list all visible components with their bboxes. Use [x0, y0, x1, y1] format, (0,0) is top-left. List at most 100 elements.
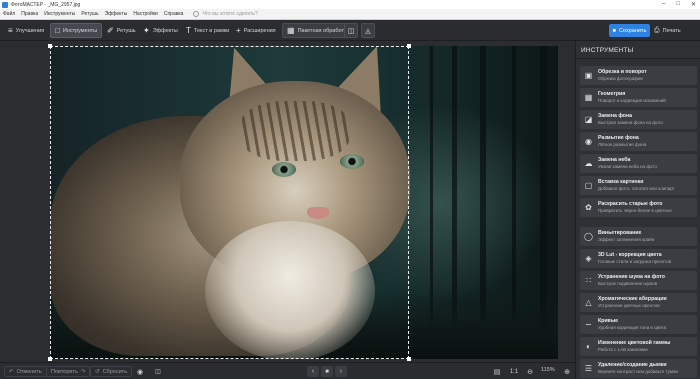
menu-help[interactable]: Справка [164, 11, 184, 17]
palette-icon: ✿ [585, 203, 592, 212]
save-icon: ■ [612, 27, 616, 34]
reset-button[interactable]: ↺ Сбросить [90, 366, 133, 377]
history-icon: ◬ [365, 27, 371, 35]
tool-insert-image[interactable]: ▢ Вставка картинки Добавьте фото, логоти… [580, 176, 697, 195]
folder-button[interactable]: ■ [321, 366, 333, 377]
tool-replace-background[interactable]: ◪ Замена фона Быстрая замена фона на фот… [580, 110, 697, 129]
tool-title: Размытие фона [598, 135, 639, 141]
tool-blur-background[interactable]: ◉ Размытие фона Лёгкое размытие фона [580, 132, 697, 151]
crop-handle[interactable] [48, 44, 52, 48]
print-button[interactable]: ⎙ Печать [654, 24, 681, 37]
minimize-icon[interactable]: – [662, 1, 665, 8]
split-view-icon[interactable]: ◫ [152, 366, 164, 377]
search-placeholder: Что вы хотите сделать? [202, 11, 258, 17]
main-toolbar: ≡ Улучшения □ Инструменты ✐ Ретушь ✦ Эфф… [0, 20, 700, 41]
menu-settings[interactable]: Настройки [133, 11, 158, 17]
haze-icon: ☰ [584, 364, 593, 373]
tool-color-gamut[interactable]: ◐ Изменение цветовой гаммы Работа с LAB … [580, 337, 697, 356]
tab-label: Инструменты [62, 27, 98, 34]
tool-chromatic-aberration[interactable]: △ Хроматические аберрации Устранение цве… [580, 293, 697, 312]
menu-effects[interactable]: Эффекты [105, 11, 128, 17]
undo-button[interactable]: ↶ Отменить [4, 366, 47, 377]
menu-file[interactable]: Файл [3, 11, 15, 17]
tool-dehaze[interactable]: ☰ Удаление/создание дымки Верните контра… [580, 359, 697, 378]
crop-frame[interactable] [48, 44, 411, 361]
blur-icon: ◉ [585, 137, 592, 146]
vignette-icon: ◯ [584, 232, 593, 241]
redo-icon: ↷ [80, 368, 86, 375]
tool-desc: Работа с LAB каналами [598, 347, 648, 352]
zoom-in-icon[interactable]: ⊕ [562, 366, 572, 377]
prev-image-button[interactable]: ‹ [307, 366, 319, 377]
tool-crop-rotate[interactable]: ▣ Обрезка и поворот Обрезка фотографии [580, 66, 697, 85]
tool-curves[interactable]: ∽ Кривые Удобная коррекция тона и цвета [580, 315, 697, 334]
chevron-left-icon: ‹ [311, 368, 315, 375]
compare-button[interactable]: ◫ [344, 23, 358, 38]
menu-bar: Файл Правка Инструменты Ретушь Эффекты Н… [0, 9, 700, 20]
tool-title: Геометрия [598, 91, 626, 97]
panel-title: ИНСТРУМЕНТЫ [581, 47, 634, 54]
maximize-icon[interactable]: □ [676, 1, 680, 8]
tab-label: Улучшения [15, 27, 45, 34]
menu-search[interactable]: Что вы хотите сделать? [193, 11, 258, 17]
tool-3d-lut[interactable]: ◈ 3D Lut - коррекция цвета Готовые стили… [580, 249, 697, 268]
tool-desc: Эффект затемнения краёв [598, 237, 655, 242]
fit-screen-icon[interactable]: ▤ [491, 366, 503, 377]
tool-title: Раскрасить старые фото [598, 201, 663, 207]
reset-icon: ↺ [95, 368, 100, 375]
redo-label: Повторить [51, 368, 78, 375]
menu-tools[interactable]: Инструменты [44, 11, 75, 17]
image-canvas[interactable] [0, 41, 575, 362]
tool-desc: Готовые стили и загрузка пресетов [598, 259, 672, 264]
tool-title: 3D Lut - коррекция цвета [598, 252, 662, 258]
save-button[interactable]: ■ Сохранить [609, 24, 650, 37]
tool-desc: Поворот и коррекция искажений [598, 98, 666, 103]
tool-title: Замена неба [598, 157, 631, 163]
redo-button[interactable]: Повторить ↷ [46, 366, 91, 377]
tab-extensions[interactable]: + Расширения [232, 23, 280, 38]
tab-effects[interactable]: ✦ Эффекты [139, 23, 182, 38]
zoom-out-icon[interactable]: ⊖ [525, 366, 535, 377]
crop-handle[interactable] [407, 357, 411, 361]
tool-denoise[interactable]: ∷ Устранение шума на фото Быстрое подавл… [580, 271, 697, 290]
tab-retouch[interactable]: ✐ Ретушь [103, 23, 140, 38]
tab-enhancements[interactable]: ≡ Улучшения [4, 23, 48, 38]
tool-replace-sky[interactable]: ☁ Замена неба Умная замена неба на фото [580, 154, 697, 173]
compare-icon: ◫ [347, 27, 355, 35]
sliders-icon: ≡ [8, 26, 13, 35]
sparkle-icon: ✦ [143, 26, 150, 35]
tab-tools[interactable]: □ Инструменты [50, 23, 103, 38]
tab-label: Эффекты [152, 27, 178, 34]
tool-title: Хроматические аберрации [598, 296, 667, 302]
next-image-button[interactable]: › [335, 366, 347, 377]
tool-title: Устранение шума на фото [598, 274, 665, 280]
tab-label: Ретушь [116, 27, 136, 34]
tool-desc: Лёгкое размытие фона [598, 142, 647, 147]
tool-colorize-old-photos[interactable]: ✿ Раскрасить старые фото Превратить чёрн… [580, 198, 697, 217]
save-label: Сохранить [618, 27, 647, 34]
tab-label: Пакетная обработка [297, 27, 350, 34]
tool-desc: Добавьте фото, логотип или клипарт [598, 186, 675, 191]
folder-icon: ■ [325, 368, 329, 375]
zoom-value: 115% [541, 367, 555, 373]
tab-text-frames[interactable]: T Текст и рамки [182, 23, 233, 38]
tool-title: Обрезка и поворот [598, 69, 647, 75]
preview-eye-icon[interactable]: ◉ [134, 366, 146, 377]
curves-icon: ∽ [585, 320, 592, 329]
tool-desc: Превратить чёрно-белое в цветное [598, 208, 672, 213]
printer-icon: ⎙ [654, 26, 660, 34]
noise-icon: ∷ [585, 276, 592, 285]
crop-handle[interactable] [48, 357, 52, 361]
image-icon: ▢ [584, 181, 593, 190]
menu-retouch[interactable]: Ретушь [81, 11, 98, 17]
cloud-icon: ☁ [584, 159, 593, 168]
hue-icon: ◐ [586, 342, 591, 351]
ratio-button[interactable]: 1:1 [508, 366, 520, 377]
history-button[interactable]: ◬ [361, 23, 375, 38]
close-icon[interactable]: ✕ [691, 1, 696, 8]
menu-edit[interactable]: Правка [21, 11, 38, 17]
chevron-right-icon: › [339, 368, 343, 375]
tool-geometry[interactable]: ▦ Геометрия Поворот и коррекция искажени… [580, 88, 697, 107]
crop-handle[interactable] [407, 44, 411, 48]
tool-vignette[interactable]: ◯ Виньетирование Эффект затемнения краёв [580, 227, 697, 246]
